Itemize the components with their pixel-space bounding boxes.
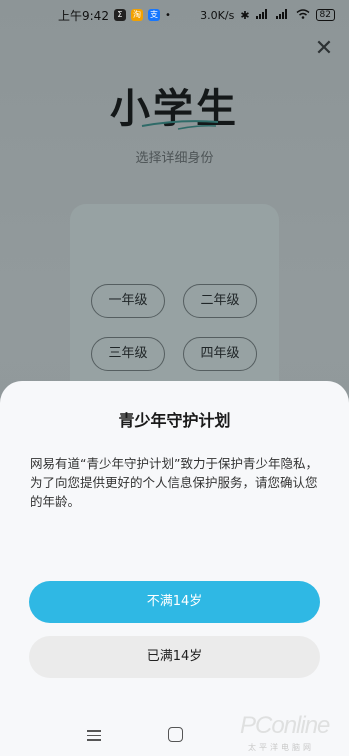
grade-card: 一年级 二年级 三年级 四年级: [70, 204, 279, 404]
age-confirm-sheet: 青少年守护计划 网易有道“青少年守护计划”致力于保护青少年隐私，为了向您提供更好…: [0, 381, 349, 716]
status-right: 3.0K/s ✱ 82: [200, 8, 335, 22]
battery-indicator: 82: [315, 9, 335, 21]
sheet-title: 青少年守护计划: [118, 411, 231, 430]
grade-4-button[interactable]: 四年级: [183, 337, 257, 371]
signal-icon-2: [275, 8, 290, 22]
title-underline-swoosh: [141, 120, 219, 130]
sheet-body: 网易有道“青少年守护计划”致力于保护青少年隐私，为了向您提供更好的个人信息保护服…: [30, 456, 318, 509]
status-left: 上午9:42 Σ 淘 支 •: [58, 7, 171, 24]
watermark-subtitle: 太平洋电脑网: [248, 743, 314, 752]
status-bar: 上午9:42 Σ 淘 支 • 3.0K/s ✱ 82: [0, 0, 349, 30]
network-speed: 3.0K/s: [200, 8, 235, 22]
menu-icon[interactable]: [87, 728, 101, 742]
alipay-notification-icon: 支: [147, 9, 160, 21]
status-time: 上午9:42: [58, 8, 109, 23]
close-icon[interactable]: ✕: [313, 38, 335, 60]
wifi-icon: [296, 8, 310, 22]
app-notification-icon: Σ: [113, 9, 126, 21]
grade-1-button[interactable]: 一年级: [91, 284, 165, 318]
signal-icon: [255, 8, 270, 22]
watermark: PConline 太平洋电脑网: [240, 712, 345, 752]
page-subtitle: 选择详细身份: [135, 151, 214, 166]
taobao-notification-icon: 淘: [130, 9, 143, 21]
under-14-button[interactable]: 不满14岁: [29, 581, 320, 623]
watermark-logo: PConline: [240, 712, 330, 739]
dot-icon: •: [164, 9, 171, 21]
grade-3-button[interactable]: 三年级: [91, 337, 165, 371]
over-14-button[interactable]: 已满14岁: [29, 636, 320, 678]
home-icon[interactable]: [168, 727, 183, 742]
grade-2-button[interactable]: 二年级: [183, 284, 257, 318]
bluetooth-icon: ✱: [240, 8, 250, 22]
